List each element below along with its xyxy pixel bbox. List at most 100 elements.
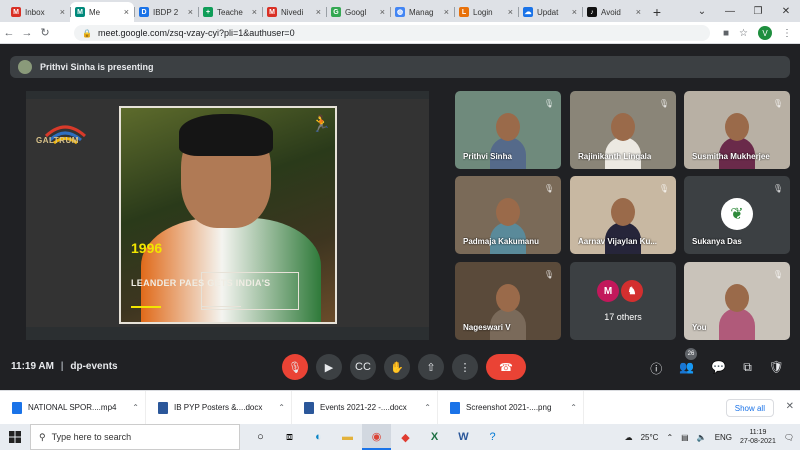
minimize-button[interactable]: —: [716, 6, 744, 17]
file-icon: [304, 401, 314, 414]
edge-icon[interactable]: ◐: [304, 424, 333, 450]
participant-tile[interactable]: Nageswari V 🎙: [455, 262, 561, 340]
close-shelf-icon[interactable]: ✕: [786, 401, 794, 412]
close-tab-icon[interactable]: ×: [188, 7, 193, 17]
download-filename: Screenshot 2021-....png: [466, 403, 552, 412]
participant-tile[interactable]: M ♞ 17 others: [570, 262, 676, 340]
tab-title: Updat: [537, 7, 559, 17]
camera-button[interactable]: ▶: [316, 354, 342, 380]
close-tab-icon[interactable]: ×: [124, 7, 129, 17]
tray-chevron-icon[interactable]: ⌃: [666, 433, 673, 442]
tab-title: Nivedi: [281, 7, 304, 17]
participant-tile[interactable]: ❦ Sukanya Das 🎙: [684, 176, 790, 254]
show-all-button[interactable]: Show all: [725, 399, 774, 417]
close-window-button[interactable]: ✕: [772, 6, 800, 17]
host-controls-icon[interactable]: 🛡: [769, 360, 784, 377]
profile-avatar[interactable]: V: [758, 26, 772, 40]
browser-tab[interactable]: M Nivedi ×: [262, 2, 326, 22]
cortana-icon[interactable]: ○: [246, 424, 275, 450]
browser-tab[interactable]: ♪ Avoid ×: [582, 2, 646, 22]
close-tab-icon[interactable]: ×: [60, 7, 65, 17]
new-tab-button[interactable]: +: [646, 2, 668, 22]
cloud-icon: ☁: [523, 7, 533, 17]
help-icon[interactable]: ?: [478, 424, 507, 450]
browser-tab[interactable]: + Teache ×: [198, 2, 262, 22]
word-icon[interactable]: W: [449, 424, 478, 450]
excel-icon[interactable]: X: [420, 424, 449, 450]
captions-button[interactable]: CC: [350, 354, 376, 380]
tab-title: Manag: [409, 7, 434, 17]
notification-icon[interactable]: 🗨: [784, 433, 794, 442]
address-bar[interactable]: 🔒 meet.google.com/zsq-vzay-cyi?pli=1&aut…: [74, 25, 710, 41]
profile-menu-icon[interactable]: ⌄: [688, 6, 716, 17]
close-tab-icon[interactable]: ×: [316, 7, 321, 17]
close-tab-icon[interactable]: ×: [508, 7, 513, 17]
windows-start-icon[interactable]: [0, 424, 30, 450]
drive-icon: D: [139, 7, 149, 17]
participant-video: [719, 284, 755, 340]
taskbar-clock[interactable]: 11:19 27-08-2021: [740, 428, 776, 446]
chevron-up-icon[interactable]: ⌃: [424, 403, 431, 412]
forward-icon[interactable]: →: [18, 27, 36, 39]
download-item[interactable]: Screenshot 2021-....png ⌃: [438, 390, 584, 425]
participant-tile[interactable]: Padmaja Kakumanu 🎙: [455, 176, 561, 254]
close-tab-icon[interactable]: ×: [444, 7, 449, 17]
meet-icon: M: [75, 7, 85, 17]
people-icon[interactable]: 👥: [679, 360, 694, 377]
participant-name: Aarnav Vijaylan Ku...: [578, 237, 657, 246]
taskbar-search-box[interactable]: ⚲ Type here to search: [30, 424, 240, 450]
browser-tab[interactable]: D IBDP 2 ×: [134, 2, 198, 22]
raise-hand-button[interactable]: ✋: [384, 354, 410, 380]
browser-tab-strip: M Inbox × M Me × D IBDP 2 × + Teache × M Nivedi × G Goog…: [0, 0, 800, 22]
info-icon[interactable]: ⓘ: [650, 360, 662, 377]
globe-icon: ◍: [395, 7, 405, 17]
chevron-up-icon[interactable]: ⌃: [570, 403, 577, 412]
download-item[interactable]: Events 2021-22 -....docx ⌃: [292, 390, 438, 425]
participant-tile[interactable]: Aarnav Vijaylan Ku... 🎙: [570, 176, 676, 254]
camera-icon[interactable]: ■: [723, 28, 729, 39]
participant-tile[interactable]: Susmitha Mukherjee 🎙: [684, 91, 790, 169]
browser-tab[interactable]: L Login ×: [454, 2, 518, 22]
download-item[interactable]: NATIONAL SPOR....mp4 ⌃: [0, 390, 146, 425]
weather-icon[interactable]: ☁: [625, 433, 633, 442]
mic-off-button[interactable]: 🎙: [282, 354, 308, 380]
anydesk-icon[interactable]: ◆: [391, 424, 420, 450]
activities-icon[interactable]: ⧉: [743, 360, 752, 377]
close-tab-icon[interactable]: ×: [380, 7, 385, 17]
chevron-up-icon[interactable]: ⌃: [132, 403, 139, 412]
back-icon[interactable]: ←: [0, 27, 18, 39]
participant-name: Padmaja Kakumanu: [463, 237, 540, 246]
end-call-button[interactable]: ☎: [486, 354, 526, 380]
close-tab-icon[interactable]: ×: [572, 7, 577, 17]
reload-icon[interactable]: ↻: [36, 26, 54, 39]
mic-muted-icon: 🎙: [772, 183, 784, 193]
close-tab-icon[interactable]: ×: [252, 7, 257, 17]
file-explorer-icon[interactable]: ▬: [333, 424, 362, 450]
participant-tile[interactable]: You 🎙: [684, 262, 790, 340]
volume-icon[interactable]: 🔈: [697, 433, 707, 442]
chrome-icon[interactable]: ◉: [362, 424, 391, 450]
browser-tab[interactable]: M Inbox ×: [6, 2, 70, 22]
browser-tab[interactable]: ☁ Updat ×: [518, 2, 582, 22]
participant-name: Nageswari V: [463, 323, 511, 332]
task-view-icon[interactable]: ⧈: [275, 424, 304, 450]
download-item[interactable]: IB PYP Posters &....docx ⌃: [146, 390, 292, 425]
present-button[interactable]: ⇧: [418, 354, 444, 380]
slide-photo: 🏃 1996 LEANDER PAES GETS INDIA'S: [119, 106, 337, 324]
bookmark-star-icon[interactable]: ☆: [739, 28, 748, 39]
browser-tab[interactable]: ◍ Manag ×: [390, 2, 454, 22]
chevron-up-icon[interactable]: ⌃: [278, 403, 285, 412]
more-options-button[interactable]: ⋮: [452, 354, 478, 380]
close-tab-icon[interactable]: ×: [636, 7, 641, 17]
chat-icon[interactable]: 💬: [711, 360, 726, 377]
browser-tab[interactable]: M Me ×: [70, 2, 134, 22]
temperature[interactable]: 25°C: [641, 433, 659, 442]
network-icon[interactable]: ▤: [681, 433, 689, 442]
language-indicator[interactable]: ENG: [715, 433, 732, 442]
others-label: 17 others: [604, 312, 642, 322]
participant-tile[interactable]: Rajinikanth Lingala 🎙: [570, 91, 676, 169]
browser-tab[interactable]: G Googl ×: [326, 2, 390, 22]
participant-tile[interactable]: Prithvi Sinha 🎙: [455, 91, 561, 169]
menu-dots-icon[interactable]: ⋮: [782, 28, 792, 39]
restore-button[interactable]: ❐: [744, 6, 772, 17]
